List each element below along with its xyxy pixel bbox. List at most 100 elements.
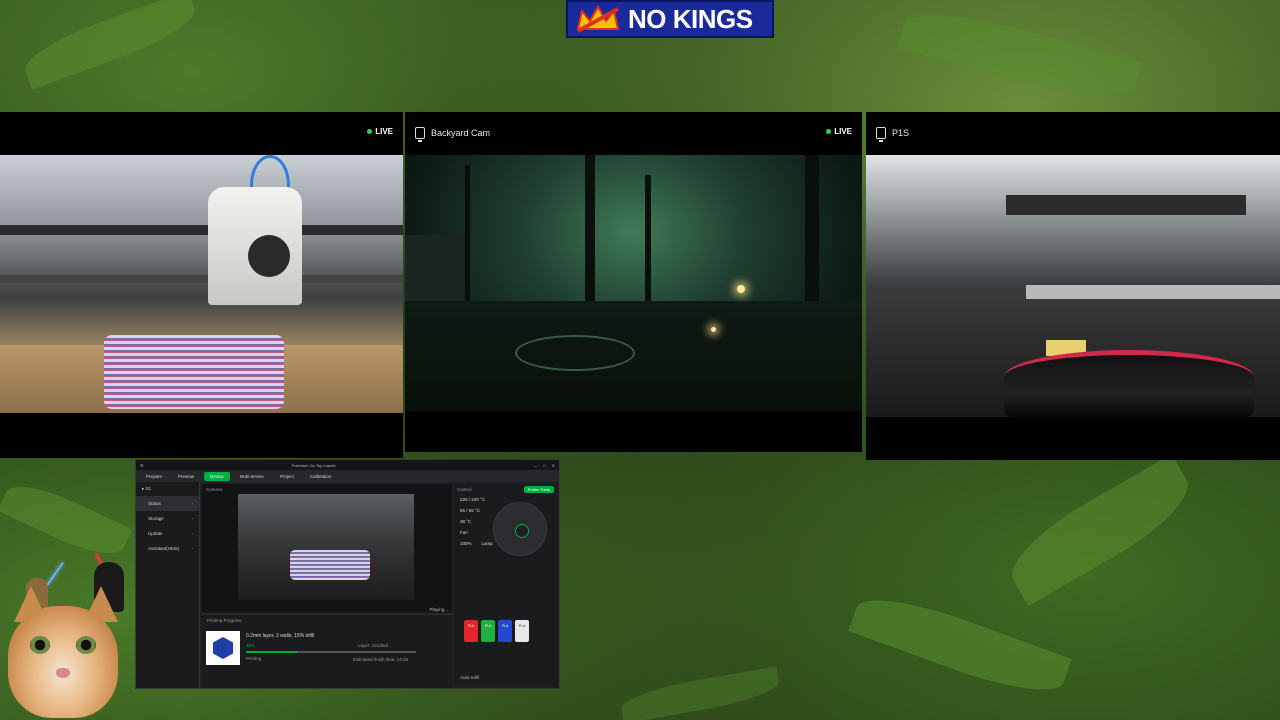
tab-preview[interactable]: Preview [172, 472, 200, 481]
printer-camera-video [238, 494, 414, 600]
live-dot-icon [367, 129, 373, 134]
spool-slot[interactable]: PLA [498, 620, 512, 642]
kitten-eye [30, 636, 50, 654]
printer-selector[interactable]: ▸ X1 [136, 482, 199, 496]
lamp-toggle[interactable]: Lamp [482, 541, 493, 546]
camera-title: P1S [892, 128, 910, 138]
app-menu-icon[interactable]: ☰ [140, 463, 144, 468]
estimated-finish: Estimated finish time: 14:26 [352, 657, 408, 662]
tab-multi-device[interactable]: Multi-device [234, 472, 270, 481]
chevron-right-icon: › [191, 531, 194, 536]
kitten-nose [56, 668, 70, 678]
tab-calibration[interactable]: Calibration [304, 472, 338, 481]
no-kings-banner: NO KINGS [566, 0, 774, 38]
chevron-right-icon: › [191, 516, 194, 521]
gantry-rail [1026, 285, 1280, 299]
stream-overlay: NO KINGS LIVE Backyard Cam LIVE P1S ☰ Po… [0, 0, 1280, 720]
spool-slot[interactable]: PLA [481, 620, 495, 642]
spool-slot[interactable]: PLA [464, 620, 478, 642]
nozzle-temp[interactable]: 220 / 220 °C [454, 494, 557, 505]
live-label: LIVE [834, 127, 852, 136]
light [711, 327, 716, 332]
printed-bowl [1004, 350, 1254, 417]
progress-percent: 30% [246, 643, 256, 648]
auto-refill-toggle[interactable]: Auto-refill [460, 675, 479, 680]
sidebar-item-label: Update [148, 531, 163, 536]
camera-icon [415, 127, 425, 142]
axis-control-pad[interactable] [493, 502, 547, 556]
backyard-video-feed [405, 155, 862, 411]
job-name: 0.2mm layer, 2 walls, 15% infill [246, 633, 315, 639]
spool-label: PLA [467, 624, 475, 628]
cube-icon [213, 637, 233, 659]
chevron-right-icon: › [191, 546, 194, 551]
spool-label: PLA [518, 624, 526, 628]
fan-value[interactable]: 100% [460, 541, 472, 546]
gantry-rail [1006, 195, 1246, 215]
close-icon[interactable]: ✕ [552, 463, 555, 468]
gantry-rail [0, 275, 403, 283]
printer-toolhead [208, 187, 302, 305]
tab-device[interactable]: Device [204, 471, 230, 481]
sidebar-item-label: Storage [148, 516, 164, 521]
spool-label: PLA [484, 624, 492, 628]
tab-bar: Prepare Preview Device Multi-device Proj… [136, 470, 559, 482]
spool-label: PLA [501, 624, 509, 628]
crown-icon [574, 3, 622, 35]
printing-progress-panel: Printing Progress 0.2mm layer, 2 walls, … [202, 614, 452, 688]
model-thumbnail [206, 631, 240, 665]
leaf-decoration [897, 0, 1143, 111]
chevron-right-icon: › [191, 501, 194, 506]
window-controls: — □ ✕ [533, 463, 555, 468]
printer-parts-button[interactable]: Printer Parts [523, 485, 554, 493]
tab-prepare[interactable]: Prepare [140, 472, 168, 481]
minimize-icon[interactable]: — [533, 463, 537, 468]
layer-count: Layer: 131/653 [357, 643, 388, 648]
printed-object [104, 335, 284, 409]
kitten-eye [76, 636, 96, 654]
printed-object [290, 550, 370, 580]
sidebar-item-label: Status [148, 501, 161, 506]
camera-header: P1S [866, 112, 1280, 154]
live-badge: LIVE [826, 127, 852, 136]
printing-progress-title: Printing Progress [207, 618, 242, 623]
camera-view-header: Camera [202, 484, 452, 494]
live-label: LIVE [375, 127, 393, 136]
window-title: Pokemon Go Top Loader [291, 462, 336, 468]
light [737, 285, 745, 293]
p1s-video-feed [866, 155, 1280, 417]
control-panel: Control Printer Parts 220 / 220 °C 55 / … [454, 484, 557, 686]
progress-bar [246, 651, 416, 653]
camera-view-title: Camera [206, 486, 223, 492]
sidebar-item-update[interactable]: Update › [136, 526, 199, 541]
ams-spools: PLA PLA PLA PLA [464, 620, 529, 642]
control-header: Control Printer Parts [454, 484, 557, 494]
banner-text: NO KINGS [628, 3, 753, 34]
camera-header: Backyard Cam LIVE [405, 112, 862, 154]
camera-icon [876, 127, 886, 142]
leaf-decoration [18, 0, 202, 90]
leaf-decoration [848, 583, 1072, 707]
printer-video-feed [0, 155, 403, 413]
fire-pit-ring [515, 335, 635, 371]
maximize-icon[interactable]: □ [543, 463, 545, 468]
device-sidebar: ▸ X1 Status › Storage › Update › Assistant(… [136, 482, 200, 688]
live-badge: LIVE [367, 127, 393, 136]
sidebar-item-assistant[interactable]: Assistant(HMS) › [136, 541, 199, 556]
sidebar-item-storage[interactable]: Storage › [136, 511, 199, 526]
control-title: Control [457, 486, 472, 492]
sidebar-item-status[interactable]: Status › [136, 496, 199, 511]
camera-panel-p1s: P1S [866, 112, 1280, 460]
tab-project[interactable]: Project [274, 472, 300, 481]
camera-header: LIVE [0, 112, 403, 154]
bambu-studio-window: ☰ Pokemon Go Top Loader — □ ✕ Prepare Pr… [135, 459, 560, 689]
leaf-decoration [618, 666, 782, 720]
camera-view: Camera Playing... [202, 484, 452, 612]
live-dot-icon [826, 129, 832, 134]
title-bar: ☰ Pokemon Go Top Loader — □ ✕ [136, 460, 559, 470]
spool-slot[interactable]: PLA [515, 620, 529, 642]
kitten-sticker [0, 580, 135, 720]
playing-status: Playing... [429, 607, 448, 612]
gantry-rail [0, 225, 403, 235]
print-status: Printing [246, 656, 262, 661]
